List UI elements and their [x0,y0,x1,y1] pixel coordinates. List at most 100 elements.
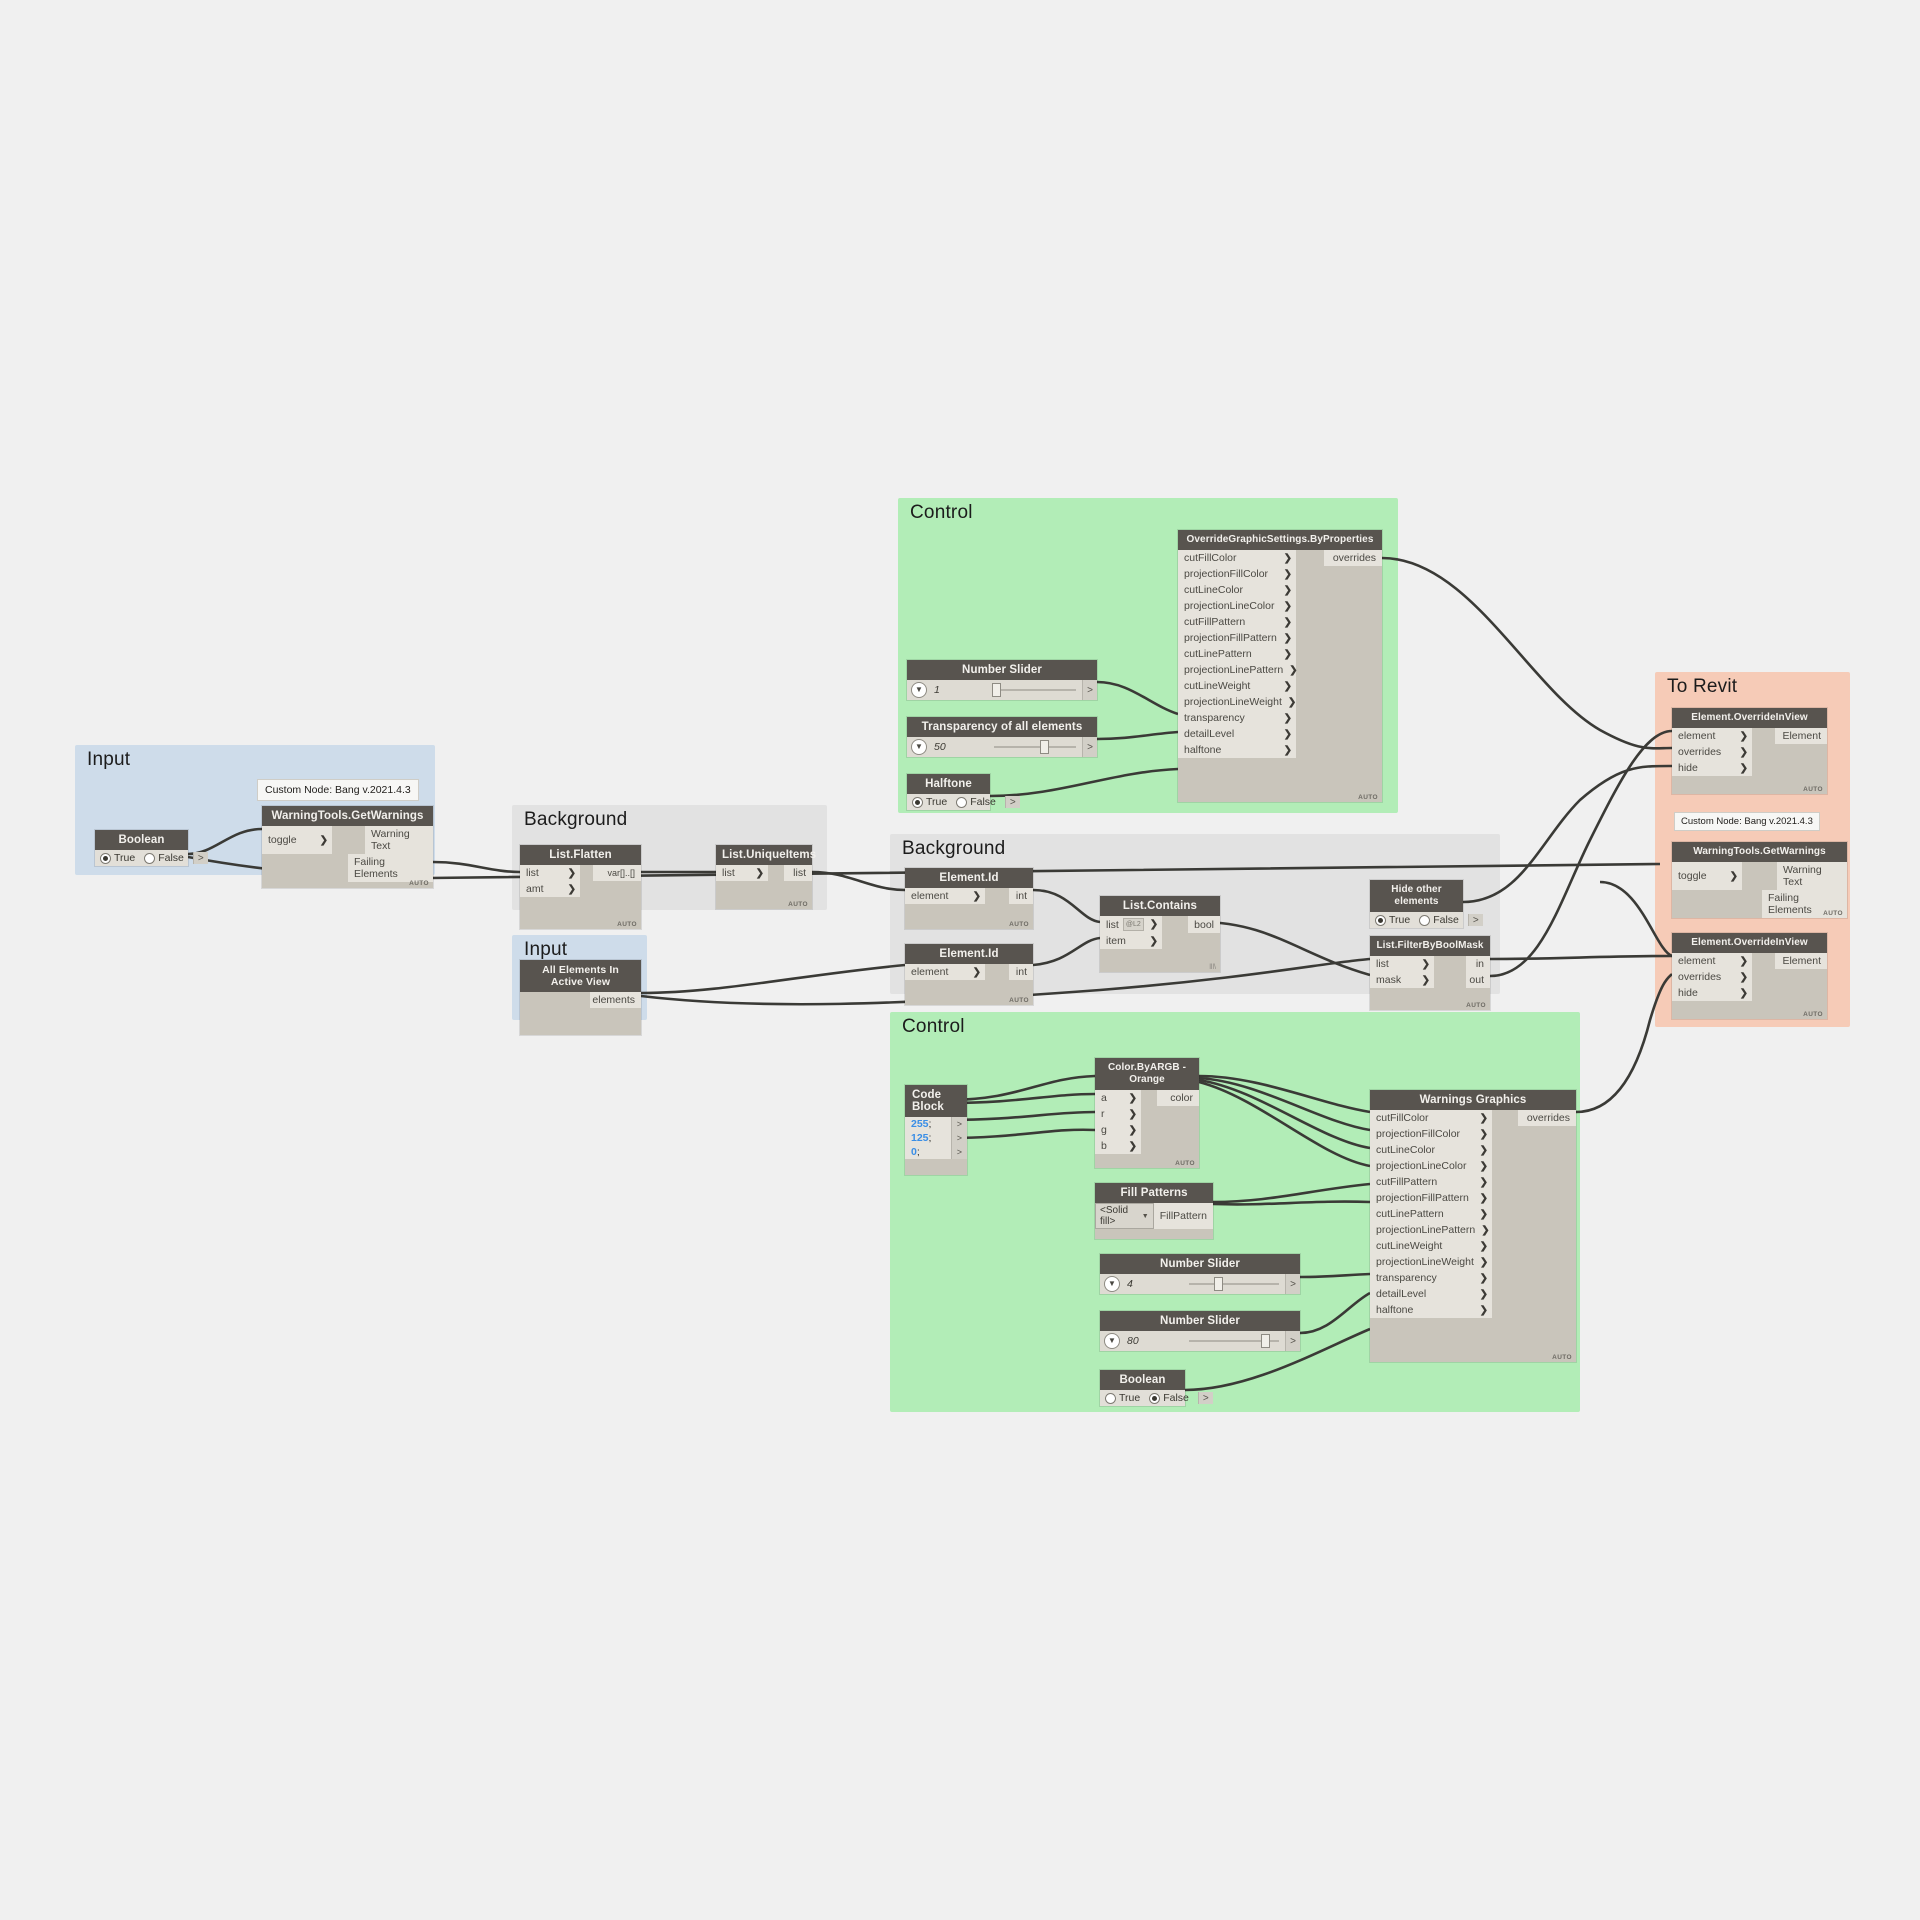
input-port-cutlinecolor[interactable]: cutLineColor ❯ [1370,1142,1492,1158]
input-port-list[interactable]: list ❯ [1370,956,1434,972]
code-block-line[interactable]: 125; > [905,1131,967,1145]
input-port-element[interactable]: element ❯ [905,888,985,904]
output-port-int[interactable]: int [1009,888,1033,904]
slider-knob[interactable] [1039,740,1049,754]
radio-true[interactable]: True [1375,914,1410,926]
input-port-mask[interactable]: mask ❯ [1370,972,1434,988]
radio-false[interactable]: False [956,796,996,808]
input-port-element[interactable]: element ❯ [905,964,985,980]
input-port-element[interactable]: element ❯ [1672,953,1752,969]
node-halftone-boolean[interactable]: Halftone True False > [907,774,1020,810]
radio-true[interactable]: True [100,852,135,864]
dynamo-canvas[interactable]: Input Background Control To Revit Input … [0,0,1920,1920]
output-port-failing-elements[interactable]: Failing Elements [348,854,433,882]
slider-value[interactable]: 1 [931,684,988,696]
input-port-cutfillcolor[interactable]: cutFillColor ❯ [1178,550,1296,566]
dropdown-row[interactable]: <Solid fill> ▼ FillPattern [1095,1203,1213,1229]
node-code-block[interactable]: Code Block 255; >125; >0; > [905,1085,967,1175]
node-list-uniqueitems[interactable]: List.UniqueItems list ❯ list AUTO [716,845,816,909]
input-port-projectionfillcolor[interactable]: projectionFillColor ❯ [1178,566,1296,582]
input-port-transparency[interactable]: transparency ❯ [1178,710,1296,726]
input-port-projectionlineweight[interactable]: projectionLineWeight ❯ [1178,694,1296,710]
boolean-row[interactable]: True False > [907,794,1020,810]
output-port[interactable]: > [192,852,208,864]
chevron-down-icon[interactable]: ▼ [1104,1276,1120,1292]
output-port-list[interactable]: list [784,865,812,881]
node-list-filterbyboolmask[interactable]: List.FilterByBoolMask list ❯ in mask ❯ o… [1370,936,1490,1010]
input-port-hide[interactable]: hide ❯ [1672,760,1752,776]
slider-knob[interactable] [991,683,1001,697]
boolean-row[interactable]: True False > [1370,912,1483,928]
node-boolean-input[interactable]: Boolean True False > [95,830,208,866]
output-port-overrides[interactable]: overrides [1518,1110,1576,1126]
input-port-list[interactable]: list ❯ [716,865,768,881]
node-boolean-bottom[interactable]: Boolean True False > [1100,1370,1213,1406]
input-port-projectionfillpattern[interactable]: projectionFillPattern ❯ [1370,1190,1492,1206]
input-port-a[interactable]: a ❯ [1095,1090,1141,1106]
slider-value[interactable]: 80 [1124,1335,1183,1347]
output-port[interactable]: > [1082,680,1097,700]
output-port[interactable]: > [1004,796,1020,808]
input-port-cutlinecolor[interactable]: cutLineColor ❯ [1178,582,1296,598]
node-warnings-graphics[interactable]: Warnings Graphics cutFillColor ❯ overrides… [1370,1090,1576,1362]
radio-true[interactable]: True [912,796,947,808]
node-number-slider-2[interactable]: Number Slider ▼ 4 > [1100,1254,1300,1294]
slider-knob[interactable] [1213,1277,1223,1291]
output-port-warning-text[interactable]: Warning Text [1777,862,1847,890]
output-port[interactable]: > [1285,1274,1300,1294]
output-port-var[interactable]: var[]..[] [593,865,641,881]
slider-row[interactable]: ▼ 1 > [907,680,1097,700]
output-port-warning-text[interactable]: Warning Text [365,826,433,854]
node-element-overrideinview-1[interactable]: Element.OverrideInView element ❯ Element… [1672,708,1827,794]
input-port-cutfillpattern[interactable]: cutFillPattern ❯ [1178,614,1296,630]
slider-track[interactable] [1183,1331,1285,1351]
output-port[interactable]: > [1285,1331,1300,1351]
slider-knob[interactable] [1260,1334,1270,1348]
input-port-element[interactable]: element ❯ [1672,728,1752,744]
input-port-g[interactable]: g ❯ [1095,1122,1141,1138]
input-port-toggle[interactable]: toggle ❯ [262,826,332,854]
input-port-cutfillpattern[interactable]: cutFillPattern ❯ [1370,1174,1492,1190]
input-port-r[interactable]: r ❯ [1095,1106,1141,1122]
chevron-down-icon[interactable]: ▼ [911,682,927,698]
input-port-projectionlinepattern[interactable]: projectionLinePattern ❯ [1370,1222,1492,1238]
node-element-id-1[interactable]: Element.Id element ❯ int AUTO [905,868,1033,929]
radio-false[interactable]: False [1149,1392,1189,1404]
input-port-b[interactable]: b ❯ [1095,1138,1141,1154]
node-warningtools-getwarnings-1[interactable]: WarningTools.GetWarnings toggle ❯ Warnin… [262,806,433,888]
output-port[interactable]: > [1082,737,1097,757]
input-port-projectionlineweight[interactable]: projectionLineWeight ❯ [1370,1254,1492,1270]
input-port-detaillevel[interactable]: detailLevel ❯ [1370,1286,1492,1302]
chevron-down-icon[interactable]: ▼ [1104,1333,1120,1349]
node-all-elements-in-active-view[interactable]: All Elements In Active View elements [520,960,641,1035]
output-port[interactable]: > [1197,1392,1213,1404]
output-port[interactable]: > [950,1145,967,1159]
input-port-item[interactable]: item ❯ [1100,933,1162,949]
input-port-projectionlinepattern[interactable]: projectionLinePattern ❯ [1178,662,1298,678]
node-fill-patterns[interactable]: Fill Patterns <Solid fill> ▼ FillPattern [1095,1183,1213,1239]
output-port-bool[interactable]: bool [1188,916,1220,933]
input-port-projectionlinecolor[interactable]: projectionLineColor ❯ [1178,598,1296,614]
node-list-contains[interactable]: List.Contains list @L2 ❯ bool item ❯ lll… [1100,896,1220,972]
chevron-down-icon[interactable]: ▼ [911,739,927,755]
output-port-in[interactable]: in [1466,956,1490,972]
input-port-cutlinepattern[interactable]: cutLinePattern ❯ [1178,646,1296,662]
output-port[interactable]: > [950,1131,967,1145]
fill-pattern-select[interactable]: <Solid fill> ▼ [1095,1203,1154,1229]
node-number-slider-1[interactable]: Number Slider ▼ 1 > [907,660,1097,700]
slider-row[interactable]: ▼ 80 > [1100,1331,1300,1351]
input-port-amt[interactable]: amt ❯ [520,881,580,897]
slider-value[interactable]: 50 [931,741,988,753]
node-number-slider-3[interactable]: Number Slider ▼ 80 > [1100,1311,1300,1351]
code-block-line[interactable]: 0; > [905,1145,967,1159]
slider-row[interactable]: ▼ 50 > [907,737,1097,757]
code-block-line[interactable]: 255; > [905,1117,967,1131]
node-transparency-slider[interactable]: Transparency of all elements ▼ 50 > [907,717,1097,757]
radio-false[interactable]: False [144,852,184,864]
slider-track[interactable] [1183,1274,1285,1294]
lacing-badge[interactable]: @L2 [1122,918,1144,931]
input-port-overrides[interactable]: overrides ❯ [1672,969,1752,985]
node-list-flatten[interactable]: List.Flatten list ❯ var[]..[] amt ❯ AUTO [520,845,641,929]
slider-track[interactable] [988,737,1082,757]
input-port-detaillevel[interactable]: detailLevel ❯ [1178,726,1296,742]
